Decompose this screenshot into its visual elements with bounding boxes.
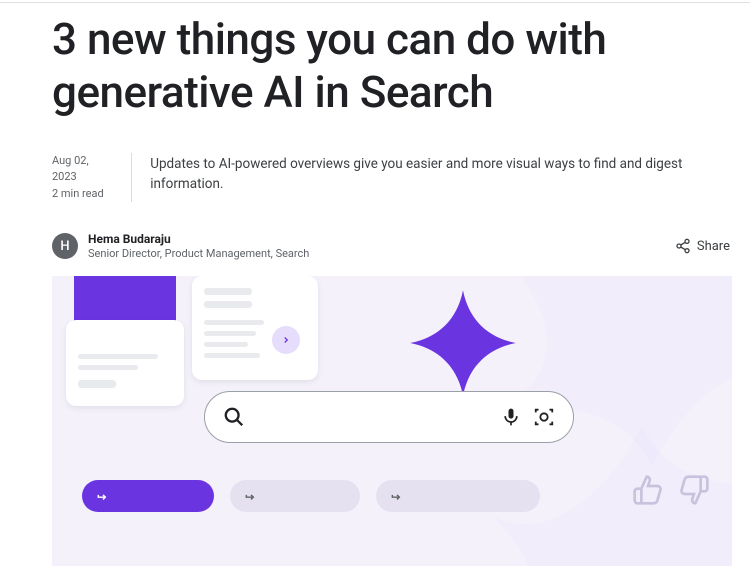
author-name: Hema Budaraju <box>88 232 309 246</box>
read-time: 2 min read <box>52 186 113 203</box>
chip-2 <box>230 480 360 512</box>
top-divider <box>0 2 750 3</box>
sparkle-icon <box>408 288 518 398</box>
thumbs-up-icon <box>632 474 664 506</box>
meta-row: Aug 02, 2023 2 min read Updates to AI-po… <box>52 153 732 203</box>
search-bar-illustration <box>204 391 574 443</box>
meta-left: Aug 02, 2023 2 min read <box>52 153 113 203</box>
feedback-buttons <box>632 474 710 506</box>
share-button[interactable]: Share <box>675 238 732 254</box>
author-title: Senior Director, Product Management, Sea… <box>88 247 309 260</box>
article-container: 3 new things you can do with generative … <box>0 13 750 566</box>
share-label: Share <box>697 239 730 254</box>
thumbs-down-icon <box>678 474 710 506</box>
hero-illustration <box>52 276 732 566</box>
meta-divider <box>131 153 132 203</box>
microphone-icon <box>501 407 521 427</box>
chevron-right-icon <box>281 335 291 345</box>
search-icon <box>223 406 245 428</box>
byline-row: H Hema Budaraju Senior Director, Product… <box>52 232 732 260</box>
suggestion-chips <box>82 480 540 512</box>
carousel-next-button <box>272 326 300 354</box>
share-icon <box>675 238 691 254</box>
illustration-card-skeleton-2 <box>66 320 184 406</box>
return-arrow-icon <box>96 489 110 503</box>
lens-icon <box>533 406 555 428</box>
return-arrow-icon <box>244 489 258 503</box>
article-headline: 3 new things you can do with generative … <box>52 13 732 119</box>
byline-left: H Hema Budaraju Senior Director, Product… <box>52 232 309 260</box>
chip-active <box>82 480 214 512</box>
publish-date: Aug 02, 2023 <box>52 153 113 186</box>
return-arrow-icon <box>390 489 404 503</box>
article-summary: Updates to AI-powered overviews give you… <box>150 153 732 195</box>
illustration-card-skeleton-1 <box>192 276 318 380</box>
author-avatar: H <box>52 233 78 259</box>
author-block: Hema Budaraju Senior Director, Product M… <box>88 232 309 260</box>
chip-3 <box>376 480 540 512</box>
